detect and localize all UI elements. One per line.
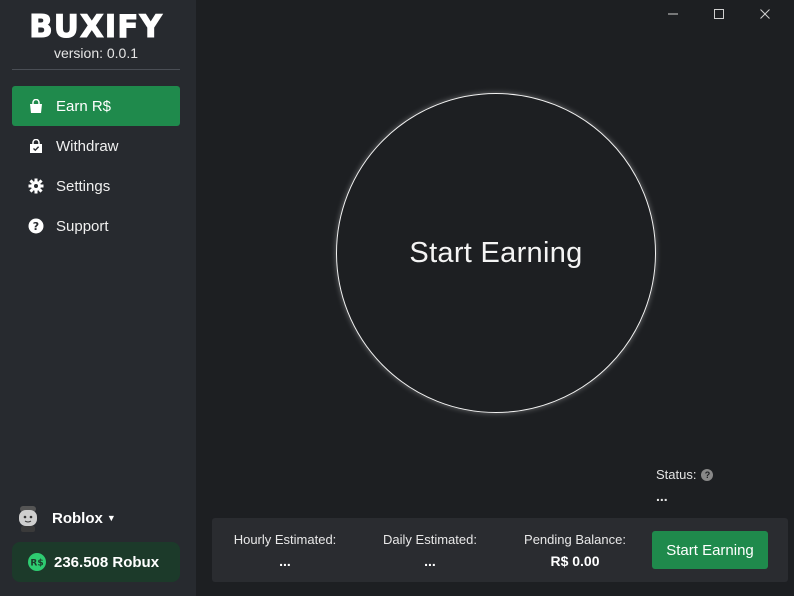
chevron-down-icon: ▼: [106, 513, 116, 523]
sidebar-item-support[interactable]: ? Support: [12, 206, 180, 246]
logo: BUXIFY version: 0.0.1: [0, 9, 192, 62]
daily-estimated-value: ...: [424, 553, 436, 569]
window-controls: [650, 4, 788, 24]
app-window: BUXIFY version: 0.0.1 Earn R$ Withdraw S…: [0, 0, 794, 596]
sidebar-item-withdraw[interactable]: Withdraw: [12, 126, 180, 166]
minimize-icon: [668, 13, 678, 15]
sidebar: BUXIFY version: 0.0.1 Earn R$ Withdraw S…: [0, 0, 196, 596]
sidebar-item-label: Earn R$: [56, 97, 112, 115]
status-label-row: Status: ?: [656, 467, 714, 482]
gear-icon: [28, 178, 44, 194]
start-earning-circle-label: Start Earning: [409, 236, 583, 269]
hourly-estimated-value: ...: [279, 553, 291, 569]
sidebar-item-earn[interactable]: Earn R$: [12, 86, 180, 126]
robux-balance-value: 236.508 Robux: [54, 553, 160, 571]
pending-balance: Pending Balance: R$ 0.00: [522, 532, 628, 569]
user-name: Roblox: [52, 509, 103, 527]
question-circle-icon: ?: [28, 218, 44, 234]
robux-icon: R$: [28, 553, 46, 571]
status-panel: Status: ? ...: [656, 467, 714, 504]
help-icon[interactable]: ?: [701, 468, 714, 481]
svg-text:R$: R$: [30, 559, 43, 569]
main-panel: Start Earning Status: ? ... Hourly Estim…: [196, 0, 794, 596]
hourly-estimated: Hourly Estimated: ...: [232, 532, 338, 569]
pending-balance-label: Pending Balance:: [524, 532, 626, 547]
sidebar-item-label: Withdraw: [56, 137, 119, 155]
close-icon: [760, 9, 770, 19]
maximize-button[interactable]: [696, 4, 742, 24]
sidebar-item-label: Settings: [56, 177, 111, 195]
sidebar-nav: Earn R$ Withdraw Settings ? Support: [12, 86, 180, 246]
stats-bar: Hourly Estimated: ... Daily Estimated: .…: [212, 518, 788, 582]
pending-balance-value: R$ 0.00: [550, 553, 600, 569]
status-label: Status:: [656, 467, 697, 482]
maximize-icon: [714, 9, 724, 19]
hourly-estimated-label: Hourly Estimated:: [233, 532, 337, 547]
sidebar-item-label: Support: [56, 217, 109, 235]
app-version: version: 0.0.1: [53, 45, 139, 61]
start-earning-button[interactable]: Start Earning: [652, 531, 768, 569]
close-button[interactable]: [742, 4, 788, 24]
status-value: ...: [656, 488, 668, 504]
daily-estimated-label: Daily Estimated:: [383, 532, 477, 547]
minimize-button[interactable]: [650, 4, 696, 24]
shopping-bag-check-icon: [28, 138, 44, 154]
start-earning-circle[interactable]: Start Earning: [336, 93, 656, 413]
sidebar-divider: [12, 69, 180, 70]
bag-icon: [28, 98, 44, 114]
daily-estimated: Daily Estimated: ...: [380, 532, 480, 569]
robux-balance: R$ 236.508 Robux: [12, 542, 180, 582]
svg-text:?: ?: [33, 220, 39, 233]
app-logo-title: BUXIFY: [29, 9, 163, 45]
avatar: [16, 504, 40, 532]
sidebar-item-settings[interactable]: Settings: [12, 166, 180, 206]
user-menu[interactable]: Roblox ▼: [16, 504, 116, 532]
